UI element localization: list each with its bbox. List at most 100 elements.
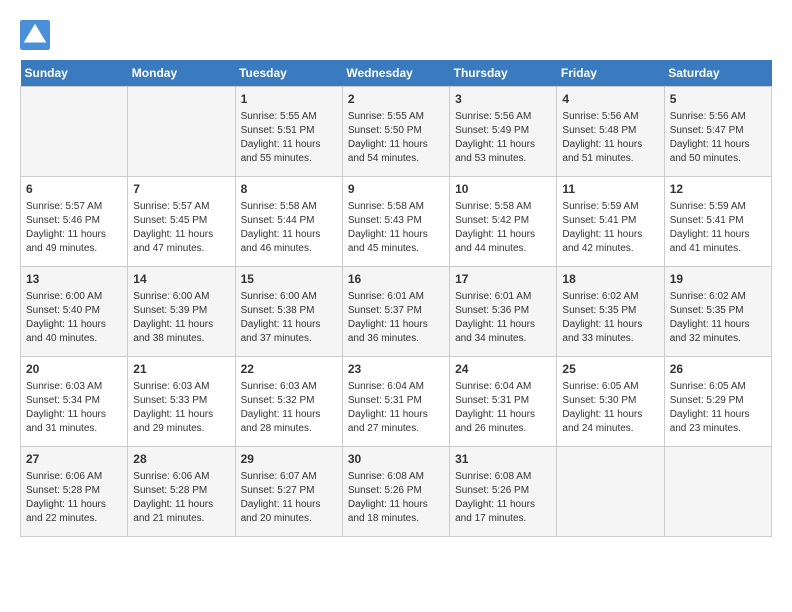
cell-content: Sunrise: 6:02 AM Sunset: 5:35 PM Dayligh…	[562, 290, 658, 346]
cell-content: Sunrise: 6:01 AM Sunset: 5:36 PM Dayligh…	[455, 290, 551, 346]
calendar-cell: 27 Sunrise: 6:06 AM Sunset: 5:28 PM Dayli…	[21, 447, 128, 537]
calendar-cell: 19Sunrise: 6:02 AM Sunset: 5:35 PM Dayli…	[664, 267, 771, 357]
day-number: 8	[241, 181, 337, 198]
calendar-header-row: SundayMondayTuesdayWednesdayThursdayFrid…	[21, 60, 772, 87]
cell-content: Sunrise: 5:58 AM Sunset: 5:44 PM Dayligh…	[241, 200, 337, 256]
cell-content: Sunrise: 6:03 AM Sunset: 5:32 PM Dayligh…	[241, 380, 337, 436]
day-number: 18	[562, 271, 658, 288]
cell-content: Sunrise: 6:01 AM Sunset: 5:37 PM Dayligh…	[348, 290, 444, 346]
cell-content: Sunrise: 5:59 AM Sunset: 5:41 PM Dayligh…	[670, 200, 766, 256]
calendar-cell: 24 Sunrise: 6:04 AM Sunset: 5:31 PM Dayli…	[450, 357, 557, 447]
cell-content: Sunrise: 5:58 AM Sunset: 5:43 PM Dayligh…	[348, 200, 444, 256]
day-number: 21	[133, 361, 229, 378]
day-number: 31	[455, 451, 551, 468]
calendar-cell	[664, 447, 771, 537]
calendar-cell: 28 Sunrise: 6:06 AM Sunset: 5:28 PM Dayli…	[128, 447, 235, 537]
day-number: 14	[133, 271, 229, 288]
day-number: 19	[670, 271, 766, 288]
calendar-cell: 8 Sunrise: 5:58 AM Sunset: 5:44 PM Daylig…	[235, 177, 342, 267]
calendar-cell: 14 Sunrise: 6:00 AM Sunset: 5:39 PM Dayli…	[128, 267, 235, 357]
day-number: 23	[348, 361, 444, 378]
day-number: 20	[26, 361, 122, 378]
calendar-cell: 18 Sunrise: 6:02 AM Sunset: 5:35 PM Dayli…	[557, 267, 664, 357]
calendar-cell: 29 Sunrise: 6:07 AM Sunset: 5:27 PM Dayli…	[235, 447, 342, 537]
cell-content: Sunrise: 6:03 AM Sunset: 5:33 PM Dayligh…	[133, 380, 229, 436]
cell-content: Sunrise: 6:07 AM Sunset: 5:27 PM Dayligh…	[241, 470, 337, 526]
calendar-cell: 9 Sunrise: 5:58 AM Sunset: 5:43 PM Daylig…	[342, 177, 449, 267]
cell-content: Sunrise: 6:00 AM Sunset: 5:39 PM Dayligh…	[133, 290, 229, 346]
calendar-cell: 1Sunrise: 5:55 AM Sunset: 5:51 PM Daylig…	[235, 87, 342, 177]
day-number: 25	[562, 361, 658, 378]
day-number: 9	[348, 181, 444, 198]
cell-content: Sunrise: 5:57 AM Sunset: 5:45 PM Dayligh…	[133, 200, 229, 256]
calendar-cell: 31Sunrise: 6:08 AM Sunset: 5:26 PM Dayli…	[450, 447, 557, 537]
day-number: 7	[133, 181, 229, 198]
calendar-cell: 16 Sunrise: 6:01 AM Sunset: 5:37 PM Dayli…	[342, 267, 449, 357]
calendar-cell: 6 Sunrise: 5:57 AM Sunset: 5:46 PM Daylig…	[21, 177, 128, 267]
day-number: 13	[26, 271, 122, 288]
cell-content: Sunrise: 5:58 AM Sunset: 5:42 PM Dayligh…	[455, 200, 551, 256]
day-number: 5	[670, 91, 766, 108]
day-number: 30	[348, 451, 444, 468]
cell-content: Sunrise: 6:06 AM Sunset: 5:28 PM Dayligh…	[133, 470, 229, 526]
calendar-week-3: 13 Sunrise: 6:00 AM Sunset: 5:40 PM Dayli…	[21, 267, 772, 357]
logo	[20, 20, 54, 50]
cell-content: Sunrise: 5:56 AM Sunset: 5:49 PM Dayligh…	[455, 110, 551, 166]
cell-content: Sunrise: 6:04 AM Sunset: 5:31 PM Dayligh…	[455, 380, 551, 436]
day-number: 17	[455, 271, 551, 288]
cell-content: Sunrise: 6:05 AM Sunset: 5:29 PM Dayligh…	[670, 380, 766, 436]
day-number: 1	[241, 91, 337, 108]
header-cell-monday: Monday	[128, 60, 235, 87]
calendar-cell: 7 Sunrise: 5:57 AM Sunset: 5:45 PM Daylig…	[128, 177, 235, 267]
calendar-week-4: 20 Sunrise: 6:03 AM Sunset: 5:34 PM Dayli…	[21, 357, 772, 447]
calendar-cell: 12 Sunrise: 5:59 AM Sunset: 5:41 PM Dayli…	[664, 177, 771, 267]
header-cell-saturday: Saturday	[664, 60, 771, 87]
day-number: 16	[348, 271, 444, 288]
day-number: 24	[455, 361, 551, 378]
cell-content: Sunrise: 5:55 AM Sunset: 5:50 PM Dayligh…	[348, 110, 444, 166]
header-cell-thursday: Thursday	[450, 60, 557, 87]
calendar-cell: 30 Sunrise: 6:08 AM Sunset: 5:26 PM Dayli…	[342, 447, 449, 537]
cell-content: Sunrise: 6:00 AM Sunset: 5:38 PM Dayligh…	[241, 290, 337, 346]
cell-content: Sunrise: 6:00 AM Sunset: 5:40 PM Dayligh…	[26, 290, 122, 346]
calendar-cell: 15 Sunrise: 6:00 AM Sunset: 5:38 PM Dayli…	[235, 267, 342, 357]
day-number: 28	[133, 451, 229, 468]
calendar-cell: 11Sunrise: 5:59 AM Sunset: 5:41 PM Dayli…	[557, 177, 664, 267]
header-cell-sunday: Sunday	[21, 60, 128, 87]
cell-content: Sunrise: 6:03 AM Sunset: 5:34 PM Dayligh…	[26, 380, 122, 436]
day-number: 29	[241, 451, 337, 468]
header-cell-friday: Friday	[557, 60, 664, 87]
cell-content: Sunrise: 5:56 AM Sunset: 5:47 PM Dayligh…	[670, 110, 766, 166]
calendar-cell	[128, 87, 235, 177]
cell-content: Sunrise: 6:06 AM Sunset: 5:28 PM Dayligh…	[26, 470, 122, 526]
page-header	[20, 20, 772, 50]
cell-content: Sunrise: 6:08 AM Sunset: 5:26 PM Dayligh…	[348, 470, 444, 526]
calendar-cell: 2 Sunrise: 5:55 AM Sunset: 5:50 PM Daylig…	[342, 87, 449, 177]
day-number: 2	[348, 91, 444, 108]
day-number: 22	[241, 361, 337, 378]
cell-content: Sunrise: 5:57 AM Sunset: 5:46 PM Dayligh…	[26, 200, 122, 256]
calendar-cell: 21 Sunrise: 6:03 AM Sunset: 5:33 PM Dayli…	[128, 357, 235, 447]
calendar-week-1: 1Sunrise: 5:55 AM Sunset: 5:51 PM Daylig…	[21, 87, 772, 177]
day-number: 6	[26, 181, 122, 198]
day-number: 12	[670, 181, 766, 198]
calendar-cell	[21, 87, 128, 177]
day-number: 10	[455, 181, 551, 198]
day-number: 26	[670, 361, 766, 378]
day-number: 15	[241, 271, 337, 288]
calendar-cell: 25 Sunrise: 6:05 AM Sunset: 5:30 PM Dayli…	[557, 357, 664, 447]
cell-content: Sunrise: 6:04 AM Sunset: 5:31 PM Dayligh…	[348, 380, 444, 436]
cell-content: Sunrise: 6:05 AM Sunset: 5:30 PM Dayligh…	[562, 380, 658, 436]
calendar-cell: 4 Sunrise: 5:56 AM Sunset: 5:48 PM Daylig…	[557, 87, 664, 177]
day-number: 27	[26, 451, 122, 468]
day-number: 4	[562, 91, 658, 108]
cell-content: Sunrise: 5:56 AM Sunset: 5:48 PM Dayligh…	[562, 110, 658, 166]
calendar-cell: 26 Sunrise: 6:05 AM Sunset: 5:29 PM Dayli…	[664, 357, 771, 447]
calendar-cell: 23 Sunrise: 6:04 AM Sunset: 5:31 PM Dayli…	[342, 357, 449, 447]
logo-icon	[20, 20, 50, 50]
calendar-cell: 17 Sunrise: 6:01 AM Sunset: 5:36 PM Dayli…	[450, 267, 557, 357]
day-number: 3	[455, 91, 551, 108]
header-cell-wednesday: Wednesday	[342, 60, 449, 87]
header-cell-tuesday: Tuesday	[235, 60, 342, 87]
calendar-cell: 3 Sunrise: 5:56 AM Sunset: 5:49 PM Daylig…	[450, 87, 557, 177]
